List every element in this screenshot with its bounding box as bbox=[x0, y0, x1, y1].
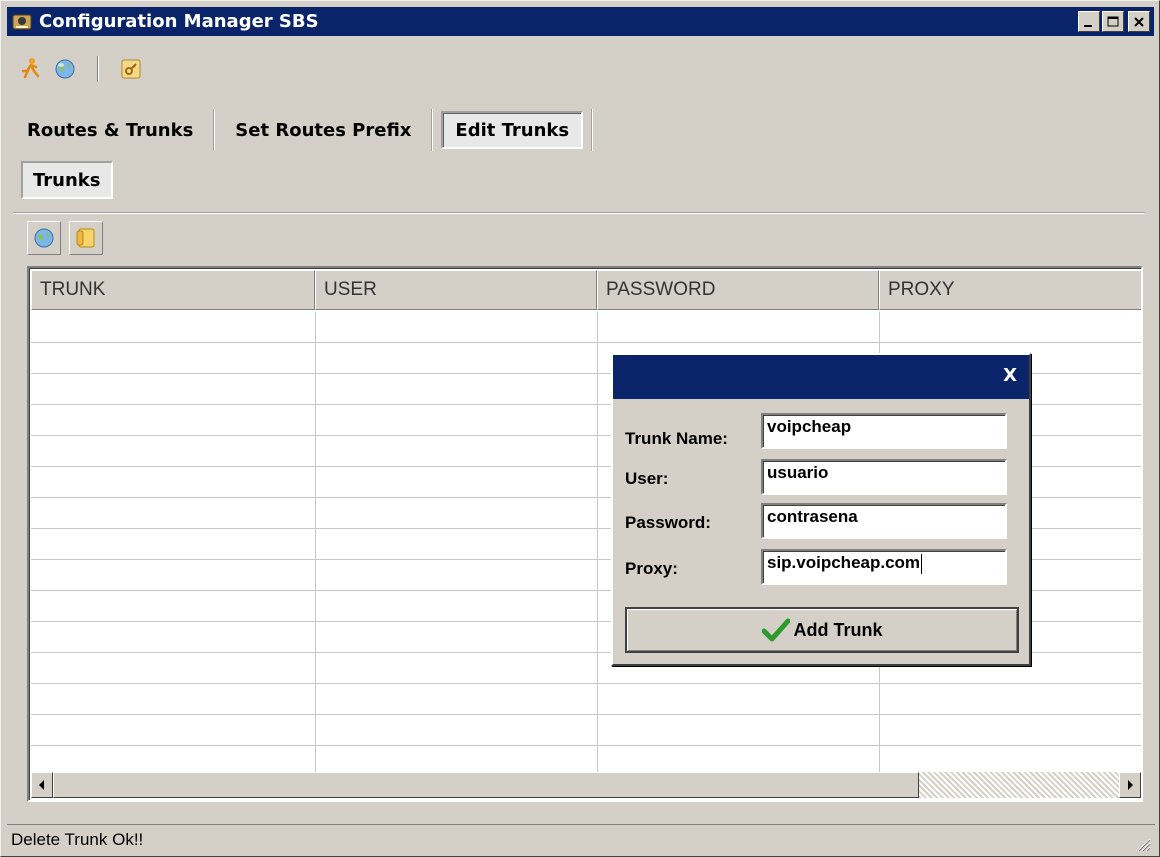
dialog-close-button[interactable]: X bbox=[1003, 365, 1017, 386]
tab-routes-trunks[interactable]: Routes & Trunks bbox=[15, 111, 205, 149]
resize-grip-icon[interactable] bbox=[1133, 834, 1151, 852]
column-header-user[interactable]: USER bbox=[315, 270, 597, 310]
text-caret bbox=[921, 553, 923, 574]
scroll-right-button[interactable] bbox=[1119, 772, 1141, 798]
checkmark-icon bbox=[761, 618, 790, 642]
trunk-name-label: Trunk Name: bbox=[625, 429, 728, 448]
window-title: Configuration Manager SBS bbox=[39, 11, 319, 32]
maximize-button[interactable] bbox=[1102, 11, 1124, 32]
notes-button[interactable] bbox=[69, 221, 103, 255]
column-header-trunk[interactable]: TRUNK bbox=[31, 270, 315, 310]
globe-icon bbox=[34, 228, 54, 248]
column-header-password[interactable]: PASSWORD bbox=[597, 270, 879, 310]
status-text: Delete Trunk Ok!! bbox=[11, 829, 144, 849]
status-bar: Delete Trunk Ok!! bbox=[7, 824, 1155, 854]
user-label: User: bbox=[625, 469, 669, 488]
password-label: Password: bbox=[625, 513, 711, 532]
column-divider bbox=[597, 312, 598, 774]
divider bbox=[13, 212, 1145, 214]
toolbar-separator bbox=[97, 56, 99, 82]
dialog-title-bar[interactable]: X bbox=[613, 355, 1029, 399]
scroll-track[interactable] bbox=[919, 772, 1119, 798]
globe-icon[interactable] bbox=[53, 57, 77, 81]
add-trunk-label: Add Trunk bbox=[793, 619, 883, 640]
grid-header: TRUNK USER PASSWORD PROXY bbox=[31, 270, 1141, 310]
add-trunk-dialog: X Trunk Name: voipcheap User: usuario Pa… bbox=[611, 353, 1031, 666]
main-tabs: Routes & Trunks Set Routes Prefix Edit T… bbox=[15, 109, 601, 151]
proxy-label: Proxy: bbox=[625, 559, 678, 578]
main-toolbar bbox=[19, 56, 143, 82]
main-window: Configuration Manager SBS Routes & Trunk… bbox=[0, 0, 1160, 857]
add-trunk-button[interactable]: Add Trunk bbox=[625, 607, 1019, 653]
table-row[interactable] bbox=[31, 312, 1141, 343]
tab-separator bbox=[213, 109, 216, 151]
subtab-trunks[interactable]: Trunks bbox=[21, 161, 113, 199]
table-row[interactable] bbox=[31, 684, 1141, 715]
tab-edit-trunks[interactable]: Edit Trunks bbox=[441, 111, 584, 149]
table-row[interactable] bbox=[31, 715, 1141, 746]
tab-separator bbox=[591, 109, 594, 151]
scroll-thumb[interactable] bbox=[53, 772, 919, 798]
close-button[interactable] bbox=[1128, 11, 1150, 32]
proxy-value: sip.voipcheap.com bbox=[767, 553, 921, 572]
app-icon bbox=[11, 11, 33, 33]
refresh-globe-button[interactable] bbox=[27, 221, 61, 255]
scroll-left-button[interactable] bbox=[31, 772, 53, 798]
notes-icon bbox=[76, 228, 95, 248]
tab-set-routes-prefix[interactable]: Set Routes Prefix bbox=[223, 111, 423, 149]
user-field[interactable]: usuario bbox=[761, 459, 1007, 495]
trunk-name-field[interactable]: voipcheap bbox=[761, 413, 1007, 449]
proxy-field[interactable]: sip.voipcheap.com bbox=[761, 549, 1007, 585]
tab-separator bbox=[431, 109, 434, 151]
horizontal-scrollbar[interactable] bbox=[31, 772, 1141, 798]
grid-toolbar bbox=[27, 221, 103, 255]
user-run-icon[interactable] bbox=[19, 57, 43, 81]
minimize-button[interactable] bbox=[1078, 11, 1100, 32]
column-header-proxy[interactable]: PROXY bbox=[879, 270, 1141, 310]
key-icon[interactable] bbox=[119, 57, 143, 81]
column-divider bbox=[315, 312, 316, 774]
window-controls bbox=[1078, 11, 1150, 32]
title-bar[interactable]: Configuration Manager SBS bbox=[7, 7, 1154, 36]
password-field[interactable]: contrasena bbox=[761, 503, 1007, 539]
